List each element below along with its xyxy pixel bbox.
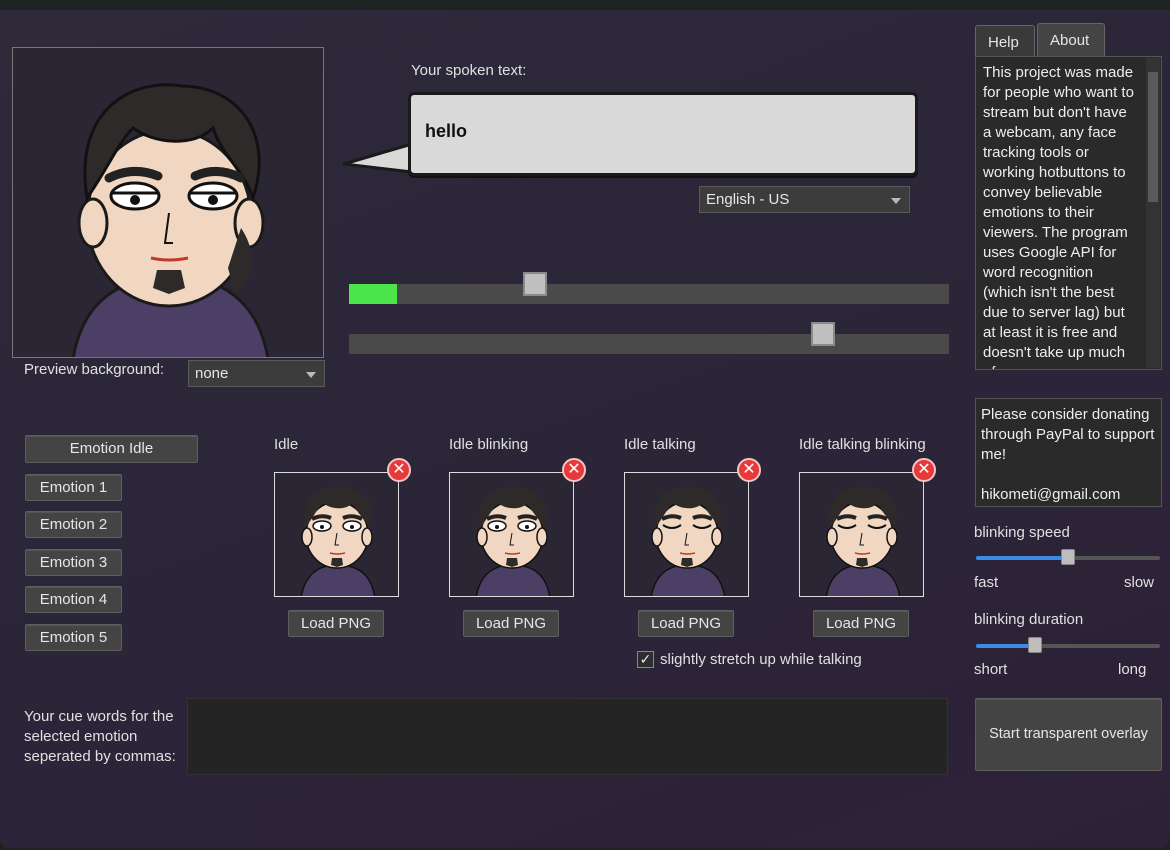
slot-image[interactable] xyxy=(449,472,574,597)
avatar-thumbnail xyxy=(650,486,726,596)
remove-image-icon[interactable]: ✕ xyxy=(387,458,411,482)
spoken-text: hello xyxy=(425,121,468,141)
language-value: English - US xyxy=(706,191,790,208)
cue-label-line: selected emotion xyxy=(24,728,138,745)
blink-speed-slider[interactable] xyxy=(976,549,1160,565)
slot-title: Idle xyxy=(274,436,299,453)
start-overlay-button[interactable]: Start transparent overlay xyxy=(975,698,1162,771)
preview-background-value: none xyxy=(195,365,229,382)
bubble-tail xyxy=(342,142,414,174)
blink-speed-fill xyxy=(976,556,1068,560)
avatar-thumbnail xyxy=(825,486,901,596)
avatar-illustration xyxy=(71,83,270,357)
stretch-checkbox-label: slightly stretch up while talking xyxy=(660,651,862,668)
cue-words-input[interactable] xyxy=(187,698,948,775)
avatar-thumbnail xyxy=(475,486,551,596)
donate-email: hikometi@gmail.com xyxy=(981,486,1121,503)
mic-level-bar xyxy=(349,284,949,304)
emotion-2-button[interactable]: Emotion 2 xyxy=(25,511,122,538)
emotion-idle-button[interactable]: Emotion Idle xyxy=(25,435,198,463)
cue-label-line: Your cue words for the xyxy=(24,708,174,725)
emotion-4-button[interactable]: Emotion 4 xyxy=(25,586,122,613)
preview-background-label: Preview background: xyxy=(24,361,165,378)
about-text: This project was made for people who wan… xyxy=(983,64,1134,369)
about-panel[interactable]: This project was made for people who wan… xyxy=(975,56,1162,370)
remove-image-icon[interactable]: ✕ xyxy=(737,458,761,482)
threshold-slider-handle[interactable] xyxy=(523,272,547,296)
blink-duration-fill xyxy=(976,644,1035,648)
load-png-button[interactable]: Load PNG xyxy=(813,610,909,637)
load-png-button[interactable]: Load PNG xyxy=(638,610,734,637)
sensitivity-slider-handle[interactable] xyxy=(811,322,835,346)
speech-bubble: hello xyxy=(408,92,918,176)
donate-text: Please consider donating through PayPal … xyxy=(981,406,1155,463)
spoken-text-label: Your spoken text: xyxy=(411,62,527,79)
slot-title: Idle talking xyxy=(624,436,696,453)
chevron-down-icon xyxy=(891,198,901,204)
avatar-thumbnail xyxy=(300,486,376,596)
emotion-5-button[interactable]: Emotion 5 xyxy=(25,624,122,651)
about-scrollbar[interactable] xyxy=(1146,58,1160,368)
cue-words-value xyxy=(188,699,947,715)
blink-speed-min: fast xyxy=(974,574,999,591)
slot-title: Idle talking blinking xyxy=(799,436,926,453)
cue-label-line: seperated by commas: xyxy=(24,748,176,765)
slot-image[interactable] xyxy=(274,472,399,597)
language-select[interactable]: English - US xyxy=(699,186,910,213)
emotion-3-button[interactable]: Emotion 3 xyxy=(25,549,122,576)
cue-words-label: Your cue words for the selected emotion … xyxy=(24,707,176,767)
blink-duration-max: long xyxy=(1118,661,1147,678)
tab-about[interactable]: About xyxy=(1037,23,1105,57)
blink-speed-handle[interactable] xyxy=(1061,549,1075,565)
scrollbar-thumb[interactable] xyxy=(1148,72,1158,202)
load-png-button[interactable]: Load PNG xyxy=(288,610,384,637)
mic-level-fill xyxy=(349,284,397,304)
remove-image-icon[interactable]: ✕ xyxy=(912,458,936,482)
chevron-down-icon xyxy=(306,372,316,378)
blink-duration-min: short xyxy=(974,661,1008,678)
blink-speed-max: slow xyxy=(1124,574,1155,591)
remove-image-icon[interactable]: ✕ xyxy=(562,458,586,482)
blink-duration-slider[interactable] xyxy=(976,637,1160,653)
slot-title: Idle blinking xyxy=(449,436,529,453)
donate-panel: Please consider donating through PayPal … xyxy=(975,398,1162,507)
preview-background-select[interactable]: none xyxy=(188,360,325,387)
tab-help[interactable]: Help xyxy=(975,25,1035,57)
blink-duration-label: blinking duration xyxy=(974,611,1084,628)
blink-duration-handle[interactable] xyxy=(1027,637,1042,653)
slot-image[interactable] xyxy=(624,472,749,597)
slot-image[interactable] xyxy=(799,472,924,597)
emotion-1-button[interactable]: Emotion 1 xyxy=(25,474,122,501)
stretch-checkbox[interactable]: ✓ xyxy=(637,651,654,668)
load-png-button[interactable]: Load PNG xyxy=(463,610,559,637)
sensitivity-track[interactable] xyxy=(349,334,949,354)
blink-speed-label: blinking speed xyxy=(974,524,1070,541)
avatar-preview xyxy=(12,47,324,358)
app-window: Preview background: none Your spoken tex… xyxy=(0,10,1170,848)
